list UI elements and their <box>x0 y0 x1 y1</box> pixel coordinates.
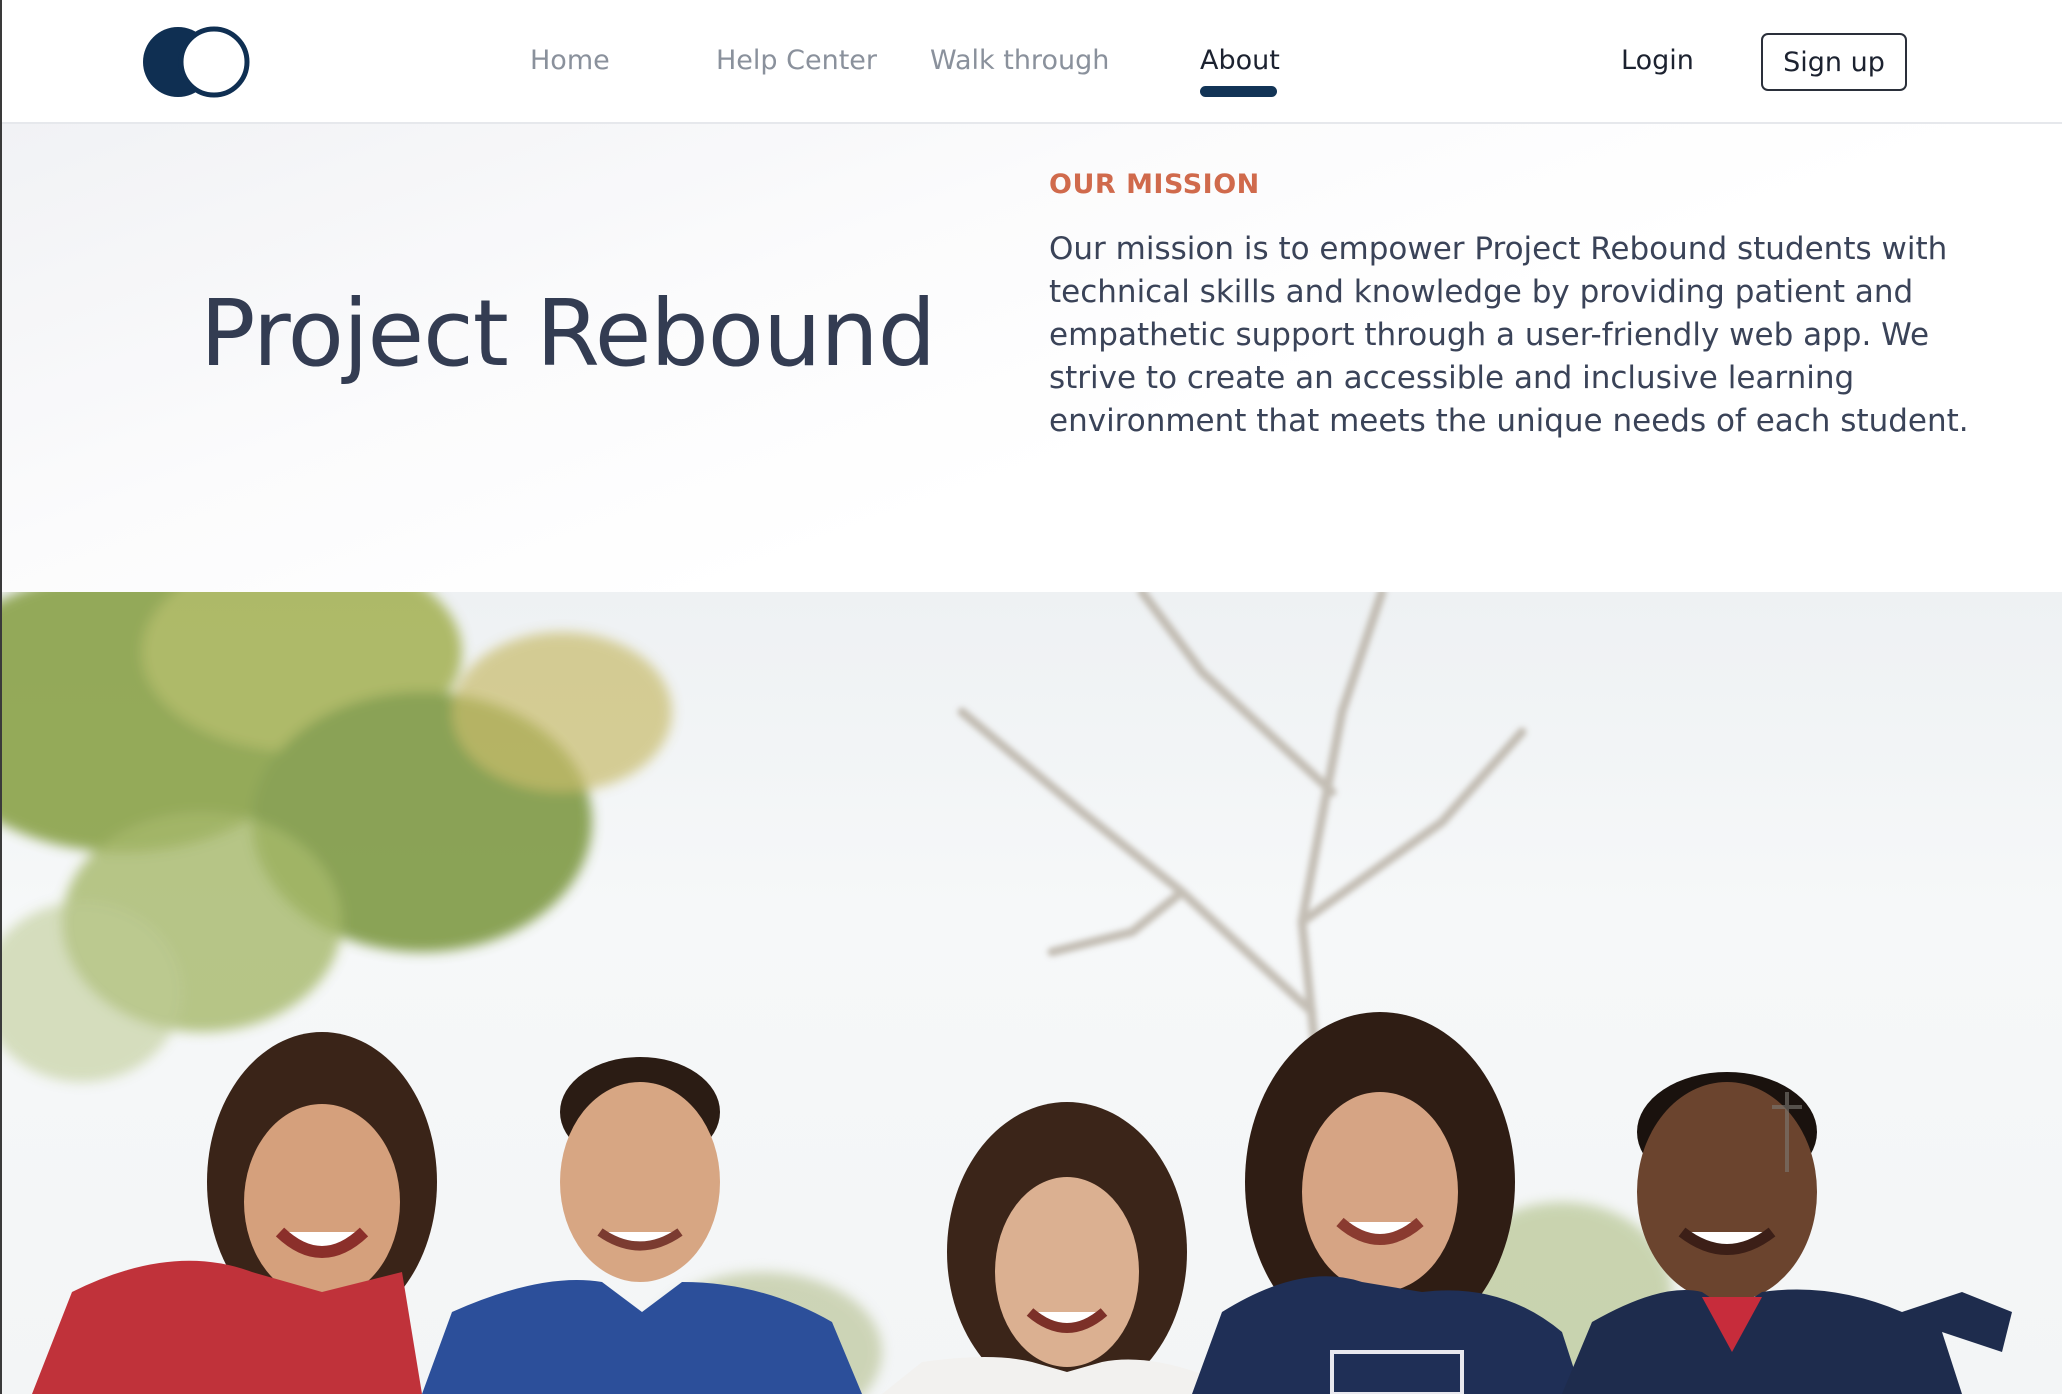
login-link[interactable]: Login <box>1621 44 1694 78</box>
nav-link-help-center[interactable]: Help Center <box>716 44 877 78</box>
nav-link-walk-through[interactable]: Walk through <box>930 44 1109 78</box>
mission-statement: Our mission is to empower Project Reboun… <box>1049 231 1969 439</box>
brand-logo-icon[interactable] <box>142 26 254 98</box>
active-nav-indicator <box>1200 86 1277 97</box>
nav-link-about[interactable]: About <box>1200 44 1280 78</box>
group-photo <box>2 592 2062 1394</box>
page-title: Project Rebound <box>200 280 936 387</box>
top-navigation-bar: Home Help Center Walk through About Logi… <box>2 0 2062 124</box>
group-photo-image-icon <box>2 592 2012 1394</box>
mission-eyebrow-label: OUR MISSION <box>1049 169 1260 200</box>
nav-link-home[interactable]: Home <box>530 44 610 78</box>
signup-button[interactable]: Sign up <box>1761 33 1907 91</box>
hero-section: Project Rebound OUR MISSION Our mission … <box>2 124 2062 592</box>
